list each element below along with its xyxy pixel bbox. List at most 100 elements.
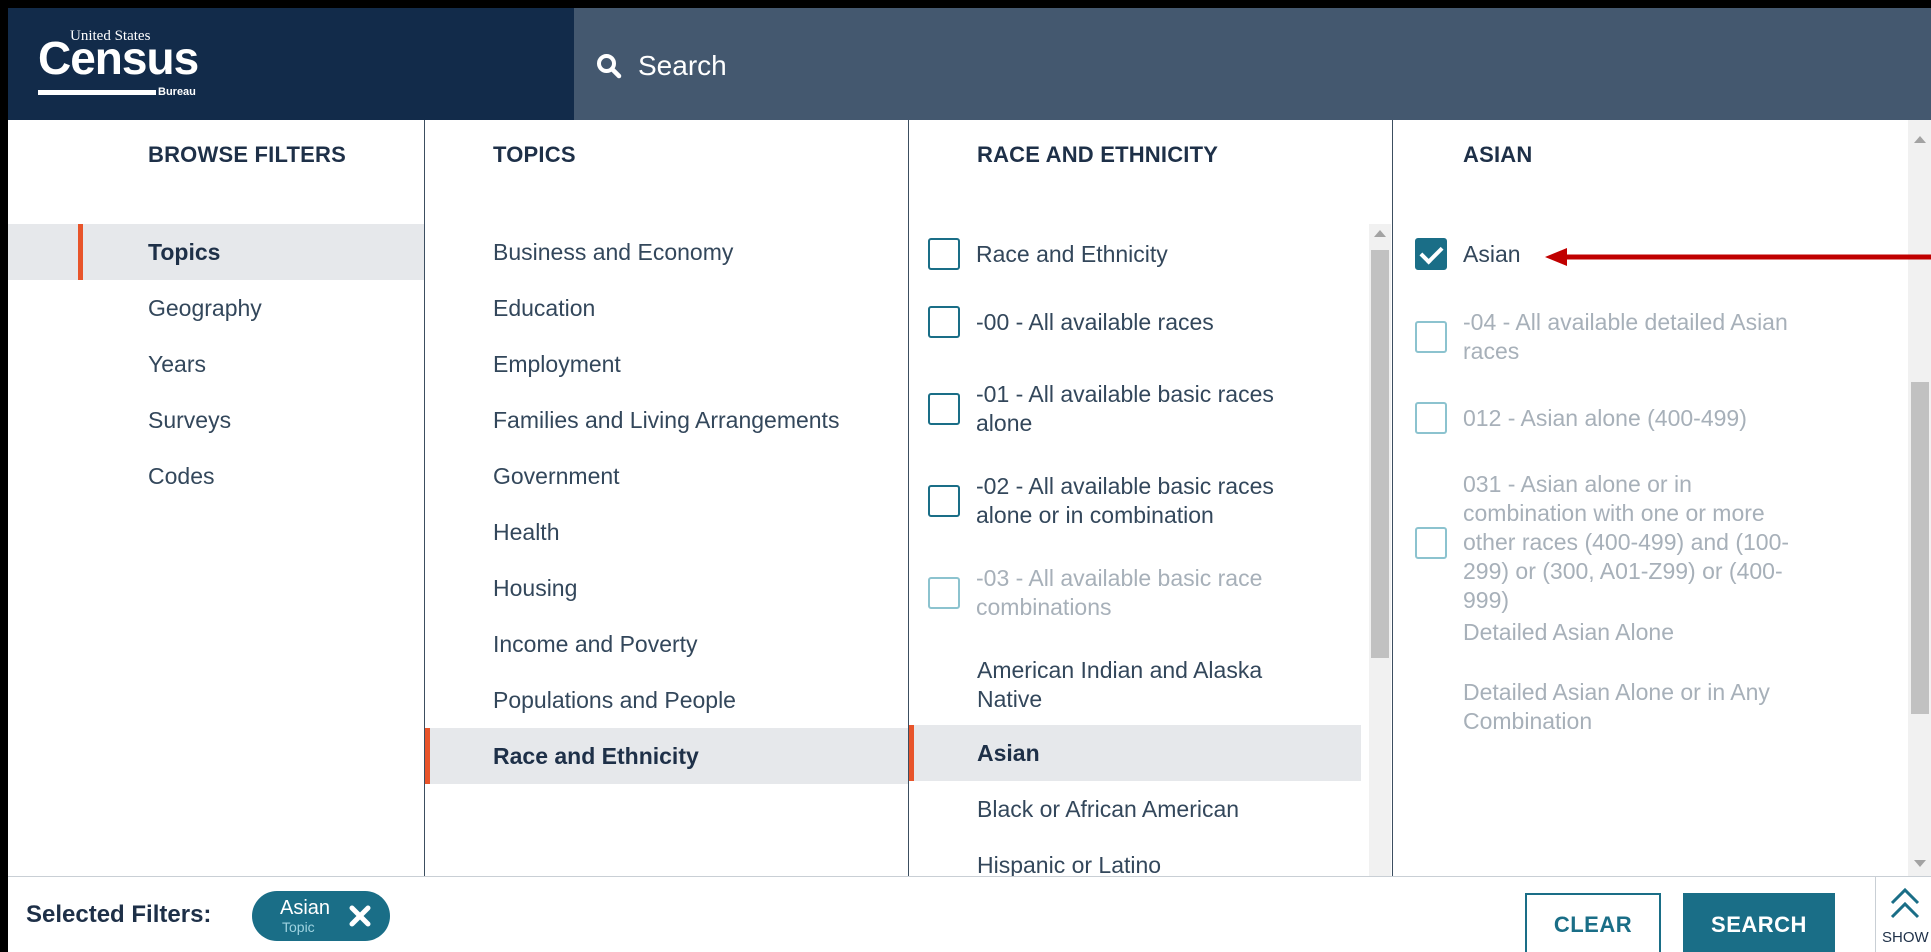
header-bar: United States Census Bureau Search <box>8 8 1931 120</box>
race-nav-label: Asian <box>977 739 1040 766</box>
topic-item[interactable]: Health <box>425 504 908 560</box>
search-icon <box>597 54 622 79</box>
logo-bottom-text: Bureau <box>156 86 198 98</box>
close-icon[interactable] <box>349 905 371 927</box>
race-check-item-disabled: -03 - All available basic race combinati… <box>909 564 1309 622</box>
checkbox[interactable] <box>928 306 960 338</box>
browse-item-years[interactable]: Years <box>8 336 424 392</box>
asian-heading: ASIAN <box>1463 142 1533 167</box>
browse-item-label: Codes <box>148 462 215 489</box>
topics-heading: TOPICS <box>493 142 576 167</box>
topic-label: Employment <box>493 350 621 377</box>
topic-item[interactable]: Education <box>425 280 908 336</box>
topic-item[interactable]: Populations and People <box>425 672 908 728</box>
topic-item[interactable]: Families and Living Arrangements <box>425 392 908 448</box>
topic-item[interactable]: Housing <box>425 560 908 616</box>
race-ethnicity-column: RACE AND ETHNICITY Race and Ethnicity -0… <box>908 120 1392 876</box>
topic-label: Race and Ethnicity <box>493 742 699 769</box>
checkbox <box>1415 402 1447 434</box>
topic-label: Populations and People <box>493 686 736 713</box>
asian-subcategory[interactable]: Detailed Asian Alone or in Any Combinati… <box>1463 678 1823 736</box>
topic-label: Income and Poverty <box>493 630 698 657</box>
asian-check-item-disabled: -04 - All available detailed Asian races <box>1393 308 1813 366</box>
logo-main-text: Census <box>38 32 199 84</box>
checkbox <box>1415 526 1447 559</box>
filter-chip-asian[interactable]: Asian Topic <box>252 891 390 941</box>
show-label: SHOW <box>1882 929 1929 946</box>
race-nav-item[interactable]: Black or African American <box>909 781 1361 837</box>
topic-label: Government <box>493 462 620 489</box>
selected-filters-label: Selected Filters: <box>26 901 212 928</box>
checkbox-label: -04 - All available detailed Asian races <box>1463 309 1788 364</box>
census-logo[interactable]: United States Census Bureau <box>38 28 199 98</box>
topic-label: Education <box>493 294 596 321</box>
checkbox-label: 031 - Asian alone or in combination with… <box>1463 471 1790 613</box>
topic-label: Business and Economy <box>493 238 734 265</box>
browse-item-geography[interactable]: Geography <box>8 280 424 336</box>
logo-box: United States Census Bureau <box>8 8 574 120</box>
checkbox-label: -03 - All available basic race combinati… <box>976 565 1263 620</box>
topics-column: TOPICS Business and Economy Education Em… <box>424 120 908 876</box>
topic-item[interactable]: Business and Economy <box>425 224 908 280</box>
topic-item[interactable]: Employment <box>425 336 908 392</box>
scroll-up-icon[interactable] <box>1914 136 1926 143</box>
chip-sublabel: Topic <box>282 919 315 935</box>
browse-item-codes[interactable]: Codes <box>8 448 424 504</box>
chip-label: Asian <box>280 897 331 919</box>
browse-filters-column: BROWSE FILTERS Topics Geography Years Su… <box>8 120 424 876</box>
asian-subcategory[interactable]: Detailed Asian Alone <box>1463 618 1863 647</box>
browse-item-label: Surveys <box>148 406 232 433</box>
race-nav-item[interactable]: American Indian and Alaska Native <box>909 650 1361 720</box>
census-filter-panel: United States Census Bureau Search BROWS… <box>8 8 1931 952</box>
race-ethnicity-heading: RACE AND ETHNICITY <box>977 142 1219 167</box>
selected-filters-bar: Selected Filters: Asian Topic CLEAR SEAR… <box>8 876 1931 952</box>
checkbox <box>928 577 960 609</box>
clear-button[interactable]: CLEAR <box>1525 893 1661 952</box>
chevron-double-up-icon <box>1890 887 1920 919</box>
race-check-item[interactable]: -02 - All available basic races alone or… <box>909 472 1309 530</box>
asian-check-item-disabled: 012 - Asian alone (400-499) <box>1393 402 1813 434</box>
search-trigger[interactable]: Search <box>596 48 727 84</box>
scroll-down-icon[interactable] <box>1914 860 1926 867</box>
asian-scrollbar[interactable] <box>1908 120 1931 876</box>
race-scrollbar[interactable] <box>1369 224 1391 876</box>
race-check-item[interactable]: -00 - All available races <box>909 306 1359 338</box>
asian-column: ASIAN Asian -04 - All available detailed… <box>1392 120 1931 876</box>
asian-check-item-disabled: 031 - Asian alone or in combination with… <box>1393 470 1813 615</box>
scroll-up-icon[interactable] <box>1374 230 1386 237</box>
race-nav-label: American Indian and Alaska Native <box>977 657 1263 712</box>
topic-item-active[interactable]: Race and Ethnicity <box>425 728 908 784</box>
checkbox <box>1415 321 1447 353</box>
topic-label: Families and Living Arrangements <box>493 406 840 433</box>
browse-item-label: Years <box>148 350 206 377</box>
topic-label: Housing <box>493 574 578 601</box>
race-nav-label: Black or African American <box>977 795 1240 822</box>
checkbox-label: Asian <box>1463 240 1521 267</box>
browse-item-label: Topics <box>148 238 221 265</box>
show-toggle[interactable]: SHOW <box>1875 877 1931 952</box>
topic-label: Health <box>493 518 560 545</box>
checkbox-label: -02 - All available basic races alone or… <box>976 473 1274 528</box>
topic-item[interactable]: Government <box>425 448 908 504</box>
checkbox-label: -00 - All available races <box>976 308 1214 335</box>
annotation-arrow-icon <box>1545 248 1931 266</box>
checkbox-label: 012 - Asian alone (400-499) <box>1463 404 1747 431</box>
checkbox-label: Race and Ethnicity <box>976 240 1168 267</box>
checkbox[interactable] <box>928 393 960 425</box>
race-nav-item-active[interactable]: Asian <box>909 725 1361 781</box>
search-button[interactable]: SEARCH <box>1683 893 1835 952</box>
race-nav-label: Hispanic or Latino <box>977 851 1162 877</box>
browse-item-topics[interactable]: Topics <box>8 224 424 280</box>
browse-item-surveys[interactable]: Surveys <box>8 392 424 448</box>
checkbox[interactable] <box>928 238 960 270</box>
checkbox[interactable] <box>928 485 960 517</box>
race-nav-item[interactable]: Hispanic or Latino <box>909 837 1361 877</box>
race-check-item[interactable]: Race and Ethnicity <box>909 238 1359 270</box>
topic-item[interactable]: Income and Poverty <box>425 616 908 672</box>
checkbox-checked[interactable] <box>1415 238 1447 270</box>
checkbox-label: -01 - All available basic races alone <box>976 381 1274 436</box>
browse-filters-heading: BROWSE FILTERS <box>148 142 346 167</box>
scrollbar-thumb[interactable] <box>1911 382 1929 714</box>
race-check-item[interactable]: -01 - All available basic races alone <box>909 380 1309 438</box>
scrollbar-thumb[interactable] <box>1371 250 1389 658</box>
